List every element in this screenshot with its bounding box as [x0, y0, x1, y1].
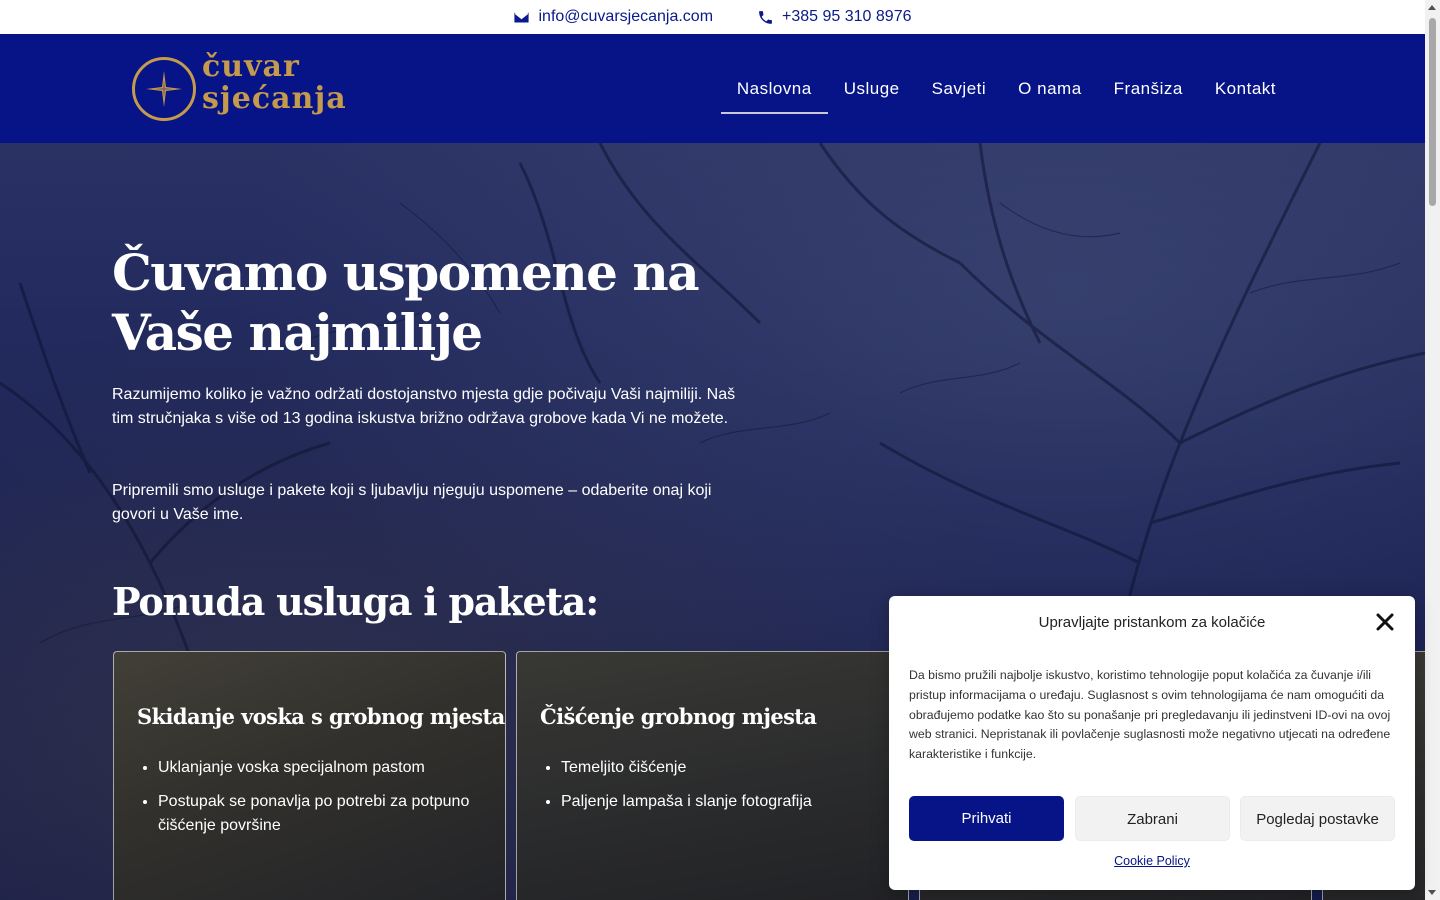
nav-item-o-nama[interactable]: O nama: [1002, 66, 1097, 112]
scrollbar-thumb[interactable]: [1429, 18, 1436, 206]
hero-paragraph-2: Pripremili smo usluge i pakete koji s lj…: [112, 482, 712, 523]
star-icon: [146, 71, 182, 107]
logo-line-2: sjećanja: [202, 81, 347, 116]
page-scrollbar[interactable]: [1425, 0, 1440, 900]
envelope-icon: [514, 12, 530, 22]
view-preferences-button[interactable]: Pogledaj postavke: [1240, 796, 1395, 841]
email-contact[interactable]: info@cuvarsjecanja.com: [513, 8, 713, 26]
list-item: Uklanjanje voska specijalnom pastom: [158, 756, 488, 780]
logo-line-1: čuvar: [202, 49, 300, 84]
nav-item-usluge[interactable]: Usluge: [828, 66, 916, 112]
phone-contact[interactable]: +385 95 310 8976: [757, 8, 912, 26]
logo-wordmark: čuvar sjećanja: [202, 51, 347, 115]
top-contact-bar: info@cuvarsjecanja.com +385 95 310 8976: [0, 0, 1425, 34]
hero-title: Čuvamo uspomene na Vaše najmilije: [112, 243, 700, 362]
scroll-up-arrow-icon[interactable]: [1428, 5, 1436, 10]
email-text[interactable]: info@cuvarsjecanja.com: [538, 8, 713, 26]
list-item: Postupak se ponavlja po potrebi za potpu…: [158, 790, 488, 838]
service-card-wax-removal[interactable]: Skidanje voska s grobnog mjesta Uklanjan…: [113, 651, 506, 900]
card-title: Čišćenje grobnog mjesta: [540, 704, 817, 729]
list-item: Temeljito čišćenje: [561, 756, 891, 780]
main-nav: Naslovna Usluge Savjeti O nama Franšiza …: [720, 34, 1292, 143]
card-feature-list: Uklanjanje voska specijalnom pastom Post…: [158, 756, 488, 848]
cookie-dialog-title: Upravljajte pristankom za kolačiće: [1038, 614, 1266, 631]
nav-item-naslovna[interactable]: Naslovna: [720, 66, 828, 114]
card-feature-list: Temeljito čišćenje Paljenje lampaša i sl…: [561, 756, 891, 824]
scroll-down-arrow-icon[interactable]: [1428, 890, 1436, 895]
cookie-dialog-text: Da bismo pružili najbolje iskustvo, kori…: [909, 668, 1391, 762]
cookie-consent-dialog: Upravljajte pristankom za kolačiće Da bi…: [889, 596, 1415, 890]
deny-cookies-button[interactable]: Zabrani: [1075, 796, 1230, 841]
service-card-cleaning[interactable]: Čišćenje grobnog mjesta Temeljito čišćen…: [516, 651, 909, 900]
nav-item-savjeti[interactable]: Savjeti: [916, 66, 1003, 112]
hero-paragraph-1: Razumijemo koliko je važno održati dosto…: [112, 386, 736, 427]
close-icon[interactable]: [1375, 612, 1395, 632]
list-item: Paljenje lampaša i slanje fotografija: [561, 790, 891, 814]
accept-cookies-button[interactable]: Prihvati: [909, 796, 1064, 841]
cookie-policy-link[interactable]: Cookie Policy: [889, 854, 1415, 868]
nav-item-kontakt[interactable]: Kontakt: [1199, 66, 1292, 112]
site-header: čuvar sjećanja Naslovna Usluge Savjeti O…: [0, 34, 1425, 143]
nav-item-fransiza[interactable]: Franšiza: [1098, 66, 1199, 112]
logo-star-emblem: [132, 57, 196, 121]
site-logo[interactable]: čuvar sjećanja: [132, 51, 372, 123]
card-title: Skidanje voska s grobnog mjesta: [137, 704, 505, 729]
phone-text[interactable]: +385 95 310 8976: [782, 8, 911, 26]
services-section-title: Ponuda usluga i paketa:: [112, 579, 599, 624]
phone-icon: [759, 10, 772, 24]
